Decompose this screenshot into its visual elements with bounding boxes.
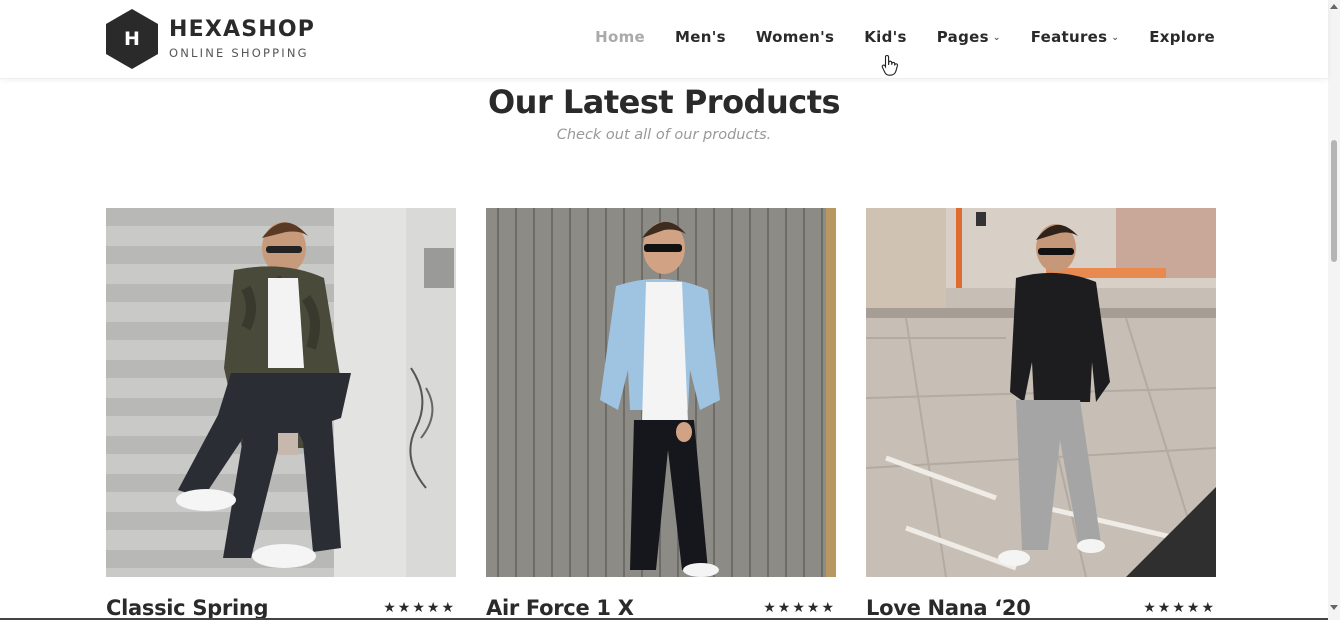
logo[interactable]: H HEXASHOP ONLINE SHOPPING (106, 9, 315, 69)
product-name[interactable]: Air Force 1 X (486, 593, 634, 620)
product-card[interactable]: Love Nana ‘20 ★★★★★ (866, 208, 1216, 620)
nav-home[interactable]: Home (595, 28, 645, 46)
nav-pages-label: Pages (936, 28, 989, 46)
nav-mens[interactable]: Men's (675, 28, 726, 46)
nav-womens-label: Women's (755, 28, 835, 46)
product-image[interactable] (106, 208, 456, 577)
scroll-thumb[interactable] (1331, 140, 1337, 262)
logo-letter: H (124, 28, 140, 50)
nav-womens[interactable]: Women's (756, 28, 834, 46)
scroll-down-arrow-icon[interactable] (1330, 605, 1338, 610)
nav-kids[interactable]: Kid's (864, 28, 907, 46)
hand-cursor-icon (881, 54, 899, 78)
vertical-scrollbar[interactable] (1328, 0, 1340, 620)
star-rating-icon: ★★★★★ (383, 600, 456, 616)
star-rating-icon: ★★★★★ (1143, 600, 1216, 616)
nav-kids-label: Kid's (864, 28, 907, 46)
nav-pages[interactable]: Pages ⌄ (937, 28, 1001, 46)
nav-home-label: Home (595, 28, 646, 46)
product-image[interactable] (486, 208, 836, 577)
product-name[interactable]: Classic Spring (106, 593, 269, 620)
nav-features[interactable]: Features ⌄ (1031, 28, 1120, 46)
product-image[interactable] (866, 208, 1216, 577)
chevron-down-icon: ⌄ (992, 33, 1001, 43)
scroll-up-arrow-icon[interactable] (1330, 4, 1338, 9)
site-header: H HEXASHOP ONLINE SHOPPING Home Men's Wo… (0, 0, 1328, 79)
product-name[interactable]: Love Nana ‘20 (866, 593, 1031, 620)
product-card[interactable]: Air Force 1 X ★★★★★ (486, 208, 836, 620)
product-footer: Love Nana ‘20 ★★★★★ (866, 593, 1216, 620)
product-footer: Classic Spring ★★★★★ (106, 593, 456, 620)
nav-explore-label: Explore (1149, 28, 1215, 46)
brand-name: HEXASHOP (169, 17, 316, 42)
nav-explore[interactable]: Explore (1149, 28, 1215, 46)
nav-features-label: Features (1030, 28, 1108, 46)
star-rating-icon: ★★★★★ (763, 600, 836, 616)
chevron-down-icon: ⌄ (1111, 33, 1120, 43)
brand-tagline: ONLINE SHOPPING (169, 46, 309, 60)
product-footer: Air Force 1 X ★★★★★ (486, 593, 836, 620)
nav-mens-label: Men's (675, 28, 726, 46)
section-subtitle: Check out all of our products. (556, 127, 772, 143)
main-nav: Home Men's Women's Kid's Pages ⌄ Features… (565, 28, 1215, 46)
section-title: Our Latest Products (487, 83, 841, 121)
hexagon-logo-icon: H (106, 9, 158, 69)
product-card[interactable]: Classic Spring ★★★★★ (106, 208, 456, 620)
